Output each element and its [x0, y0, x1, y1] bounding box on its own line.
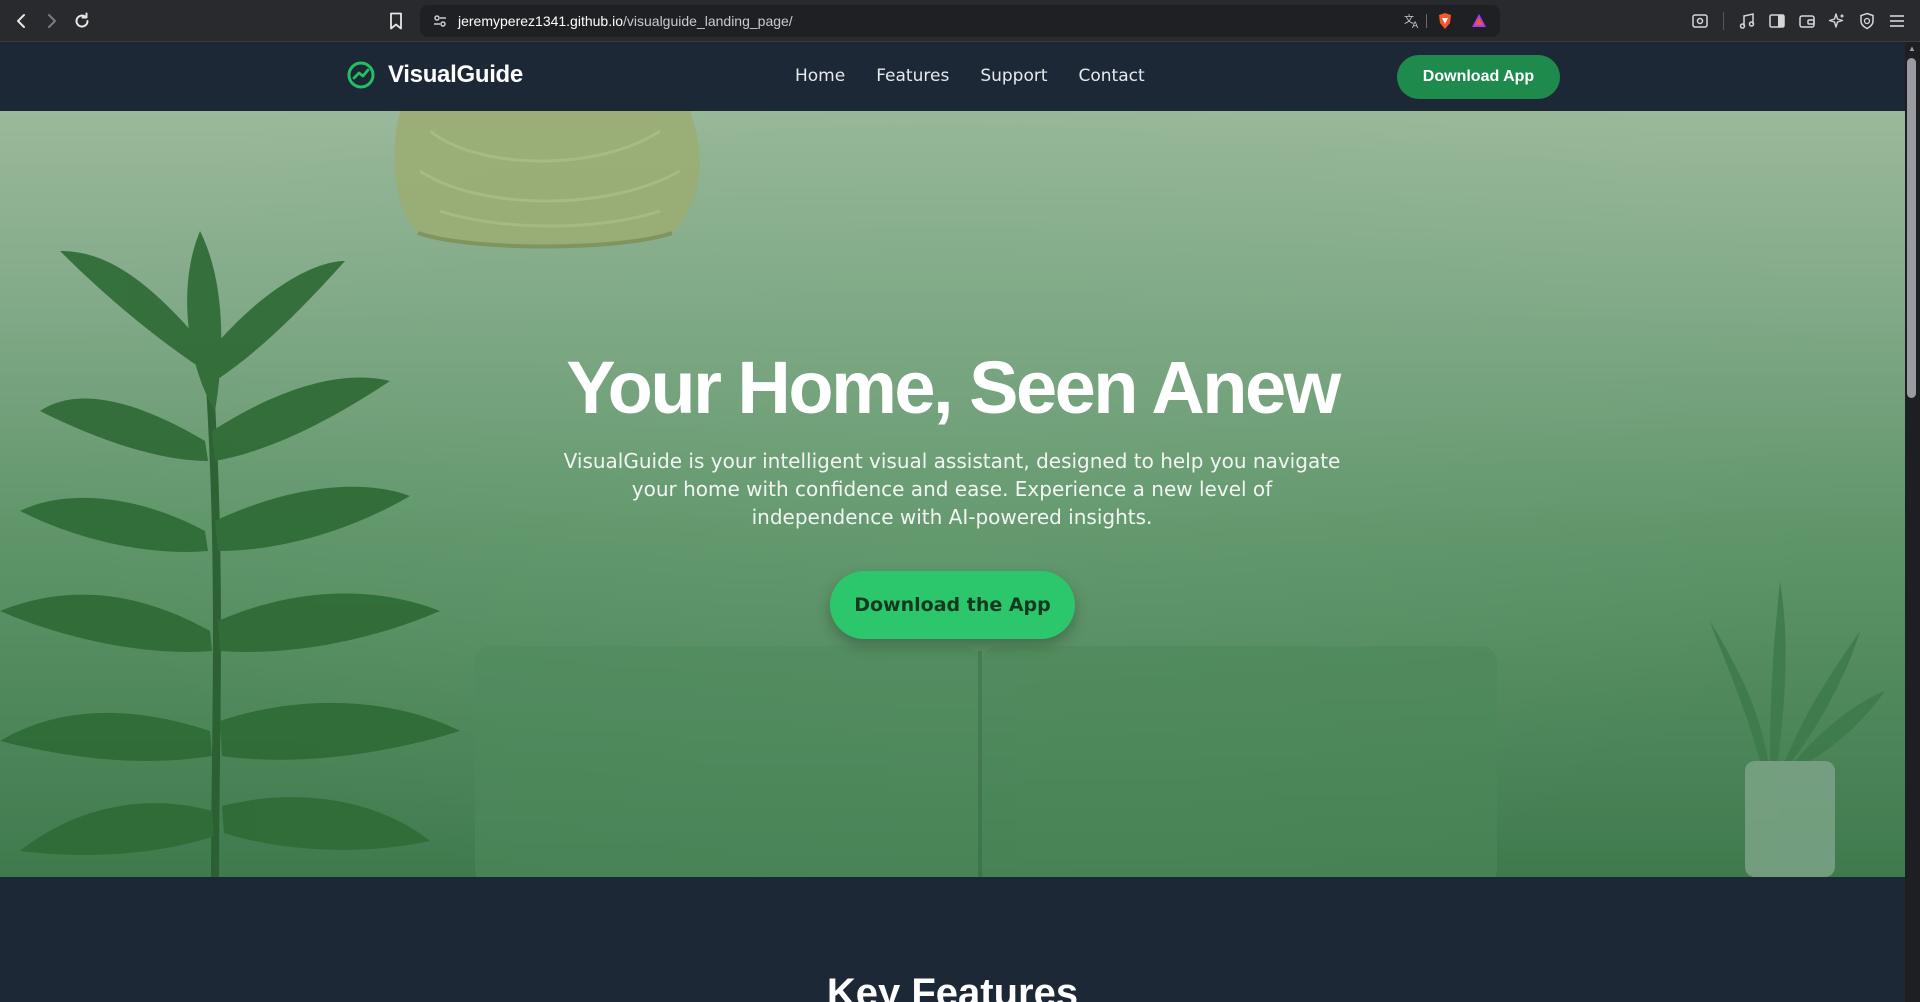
download-the-app-button[interactable]: Download the App [830, 571, 1075, 639]
leo-ai-icon[interactable] [1827, 11, 1847, 31]
divider [1723, 12, 1724, 30]
reload-icon[interactable] [69, 8, 95, 34]
hero-description: VisualGuide is your intelligent visual a… [563, 449, 1341, 529]
hero-title: Your Home, Seen Anew [566, 346, 1341, 429]
forward-icon[interactable] [38, 8, 64, 34]
nav-support[interactable]: Support [980, 66, 1047, 86]
nav-features[interactable]: Features [876, 66, 949, 86]
scrollbar-thumb[interactable] [1907, 58, 1916, 398]
logo[interactable]: VisualGuide [346, 60, 523, 90]
nav-contact[interactable]: Contact [1079, 66, 1145, 86]
plant-right [1710, 581, 1885, 877]
plant-left [0, 231, 460, 877]
main-nav: Home Features Support Contact [795, 66, 1145, 86]
screenshot-icon[interactable] [1690, 11, 1710, 31]
translate-icon[interactable]: 文A [1402, 11, 1422, 31]
features-heading: Key Features [826, 971, 1079, 1002]
nav-home[interactable]: Home [795, 66, 845, 86]
svg-text:A: A [1412, 21, 1419, 30]
back-icon[interactable] [9, 8, 35, 34]
url-host: jeremyperez1341.github.io [458, 13, 623, 29]
vpn-icon[interactable] [1857, 11, 1877, 31]
url-path: /visualguide_landing_page/ [623, 13, 793, 29]
brave-rewards-icon[interactable] [1469, 11, 1489, 31]
scroll-up-arrow[interactable]: ▲ [1907, 44, 1917, 54]
features-section: Key Features [0, 877, 1905, 1002]
divider [1426, 14, 1427, 28]
sidebar-icon[interactable] [1767, 11, 1787, 31]
media-icon[interactable] [1737, 11, 1757, 31]
bookmark-icon[interactable] [383, 8, 409, 34]
brave-shields-icon[interactable] [1435, 11, 1455, 31]
download-app-button[interactable]: Download App [1397, 55, 1560, 99]
pendant-lamp [394, 111, 700, 249]
menu-icon[interactable] [1887, 11, 1907, 31]
address-bar[interactable]: jeremyperez1341.github.io/visualguide_la… [420, 5, 1500, 37]
brand-name: VisualGuide [388, 61, 523, 88]
hero-section: Your Home, Seen Anew VisualGuide is your… [0, 111, 1905, 877]
sofa [475, 646, 1497, 877]
wallet-icon[interactable] [1797, 11, 1817, 31]
browser-toolbar: jeremyperez1341.github.io/visualguide_la… [0, 0, 1920, 42]
url-text: jeremyperez1341.github.io/visualguide_la… [458, 13, 793, 29]
logo-icon [347, 61, 375, 89]
site-settings-icon[interactable] [430, 11, 450, 31]
site-header: VisualGuide Home Features Support Contac… [0, 42, 1905, 111]
